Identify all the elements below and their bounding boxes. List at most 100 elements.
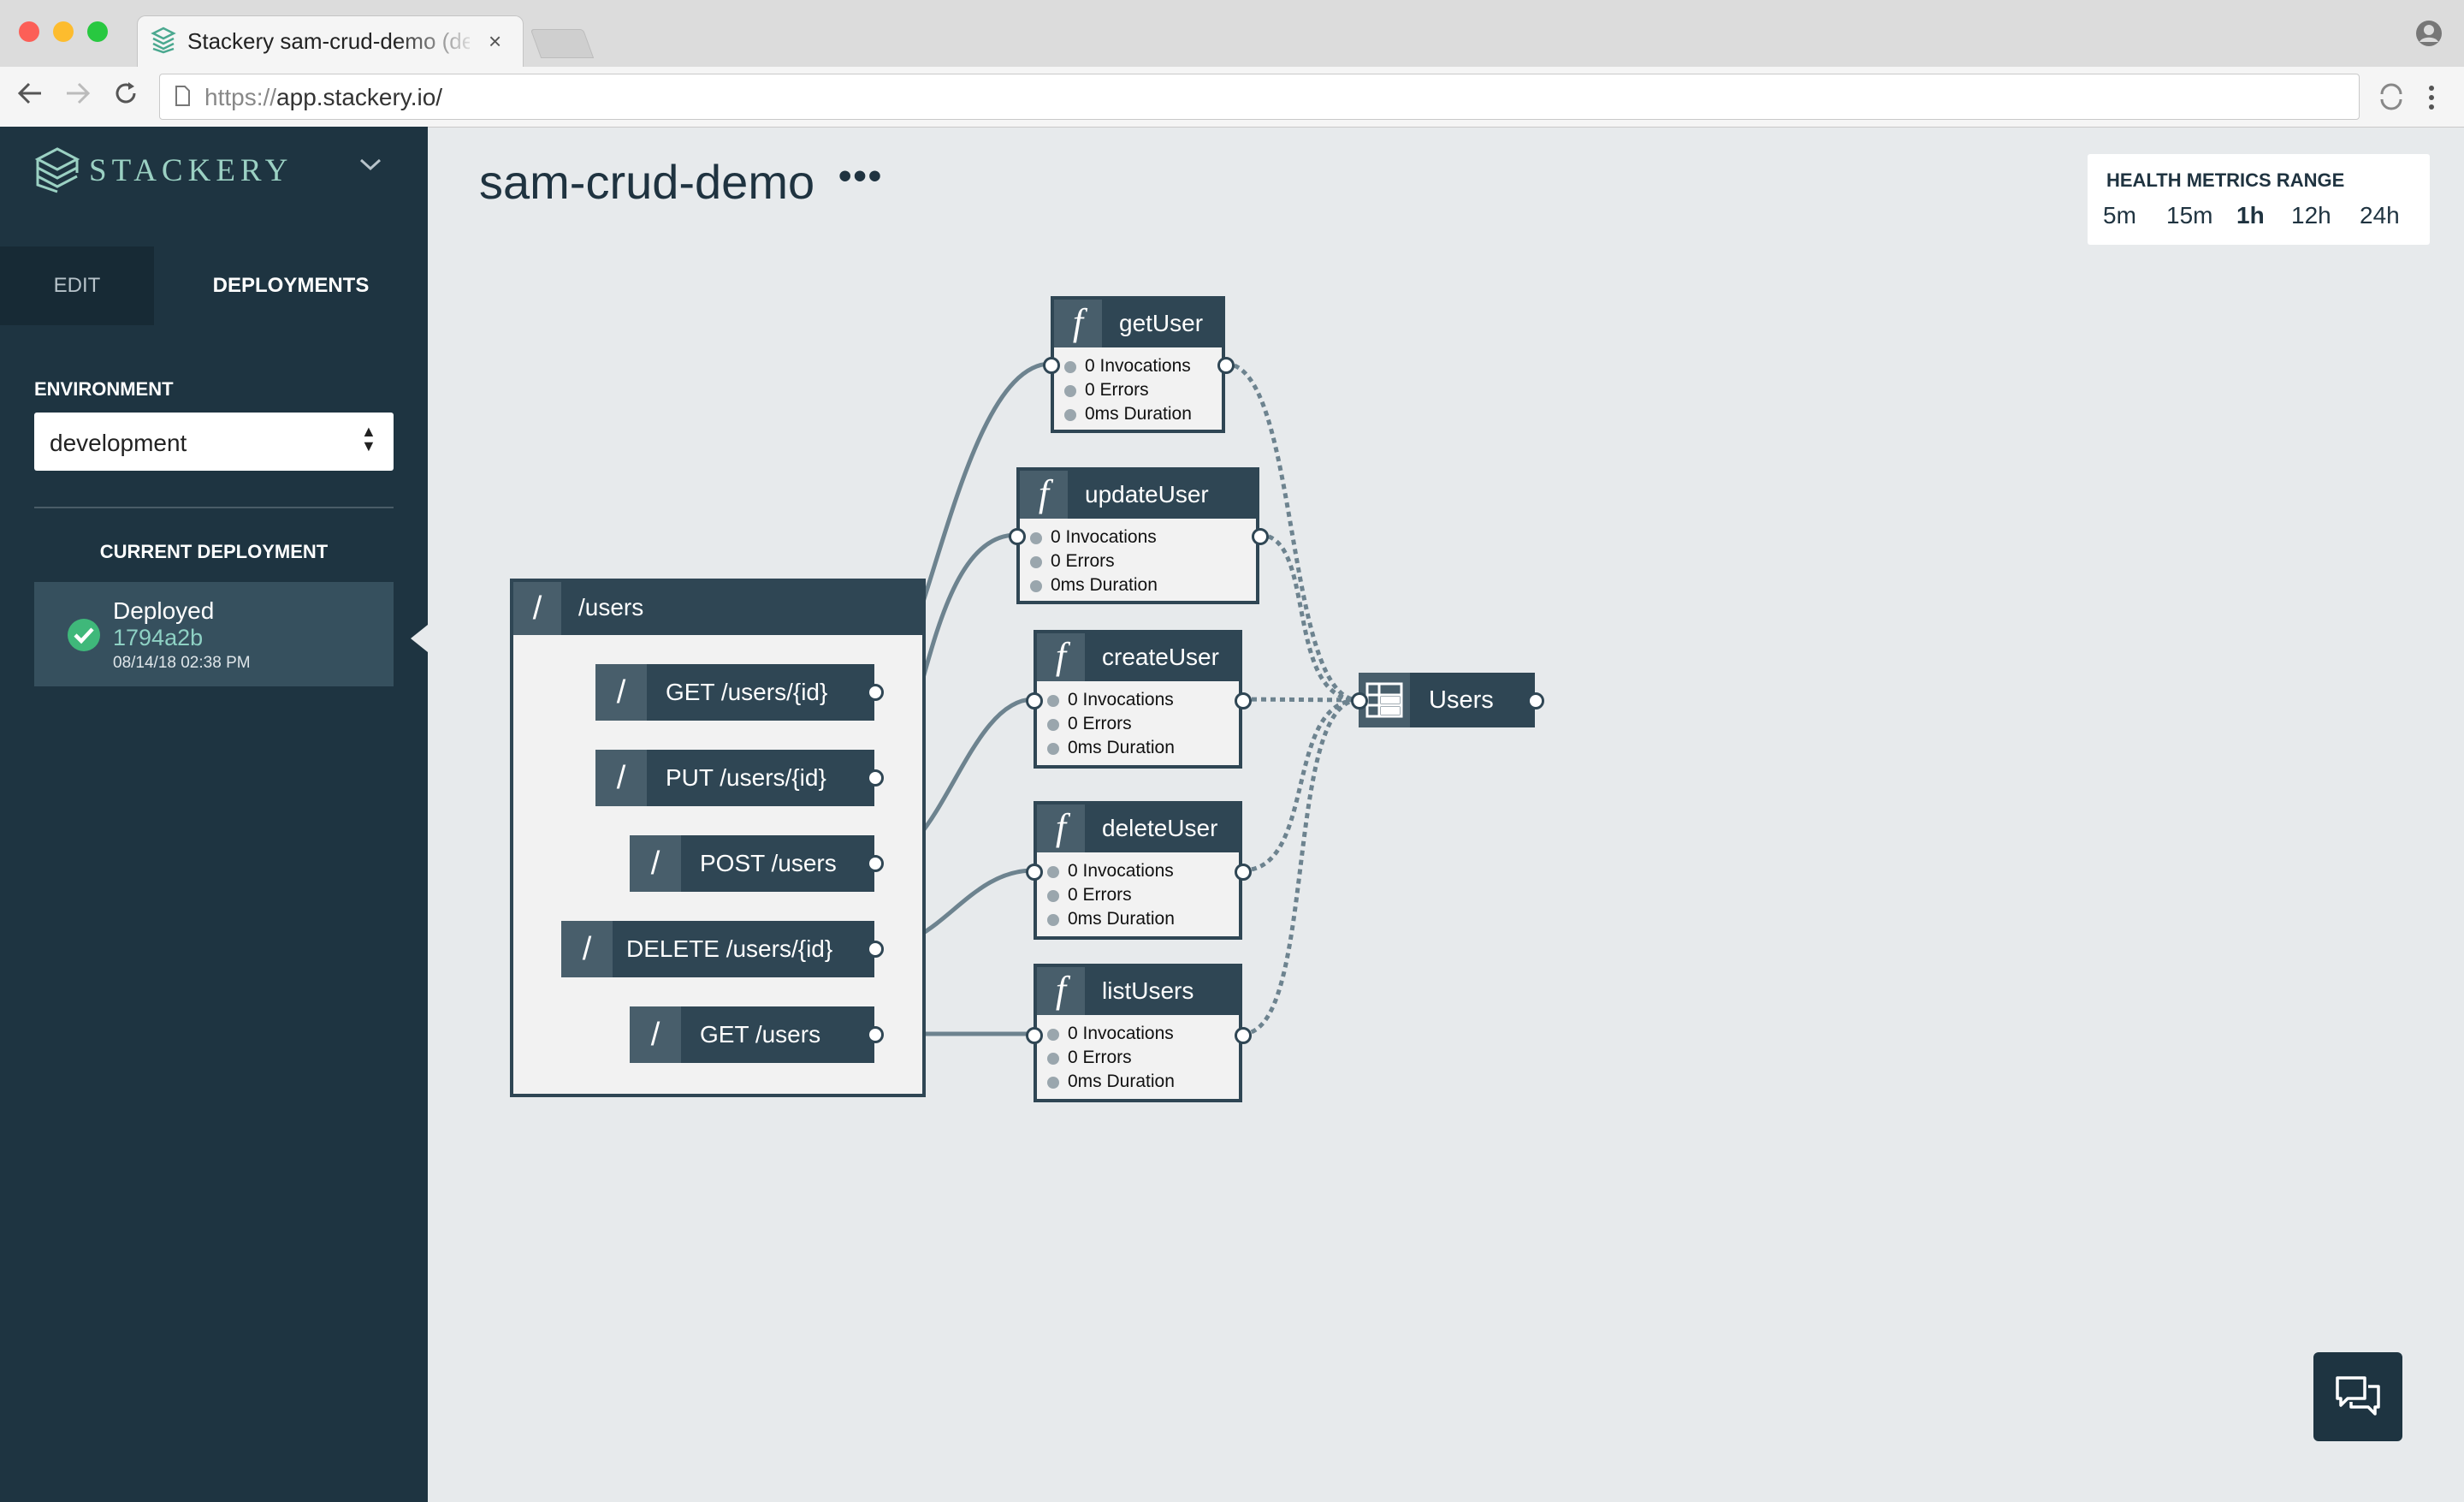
route-get-users-id[interactable]: / GET /users/{id} bbox=[595, 664, 874, 721]
environment-select[interactable]: development ▲ ▼ bbox=[34, 413, 394, 471]
route-put-users-id[interactable]: / PUT /users/{id} bbox=[595, 750, 874, 806]
output-port[interactable] bbox=[867, 769, 884, 787]
chat-button[interactable] bbox=[2313, 1352, 2402, 1441]
status-dot bbox=[1047, 1053, 1059, 1065]
sidebar-tabs: EDIT DEPLOYMENTS bbox=[0, 246, 428, 325]
errors-metric: 0 Errors bbox=[1030, 551, 1115, 572]
status-dot bbox=[1047, 890, 1059, 902]
range-option-24h[interactable]: 24h bbox=[2360, 202, 2400, 229]
current-deployment-label: CURRENT DEPLOYMENT bbox=[99, 541, 329, 562]
input-port[interactable] bbox=[1043, 357, 1060, 374]
api-node-header: / /users bbox=[513, 582, 922, 635]
tab-deployments[interactable]: DEPLOYMENTS bbox=[154, 246, 428, 325]
invocations-metric: 0 Invocations bbox=[1047, 690, 1174, 710]
browser-tab[interactable]: Stackery sam-crud-demo (dev × bbox=[137, 15, 524, 68]
deployment-status: Deployed bbox=[113, 597, 215, 624]
input-port[interactable] bbox=[1351, 692, 1368, 709]
route-label: PUT /users/{id} bbox=[666, 764, 826, 791]
new-tab-button[interactable] bbox=[530, 29, 595, 58]
stackery-logo-icon bbox=[34, 147, 80, 198]
select-arrows-icon: ▲ ▼ bbox=[361, 423, 376, 454]
function-name: deleteUser bbox=[1102, 815, 1218, 841]
function-node-listusers[interactable]: f listUsers 0 Invocations 0 Errors 0ms D… bbox=[1034, 964, 1242, 1102]
range-option-15m[interactable]: 15m bbox=[2166, 202, 2212, 229]
stackery-favicon-icon bbox=[150, 27, 177, 58]
function-header: f getUser bbox=[1054, 300, 1222, 347]
output-port[interactable] bbox=[1235, 692, 1252, 709]
tab-edit[interactable]: EDIT bbox=[0, 246, 154, 325]
function-node-updateuser[interactable]: f updateUser 0 Invocations 0 Errors 0ms … bbox=[1016, 467, 1259, 604]
environment-value: development bbox=[50, 430, 187, 456]
errors-metric: 0 Errors bbox=[1047, 885, 1132, 905]
api-name: /users bbox=[578, 594, 644, 620]
function-node-getuser[interactable]: f getUser 0 Invocations 0 Errors 0ms Dur… bbox=[1051, 296, 1225, 433]
maximize-window-button[interactable] bbox=[87, 21, 108, 42]
extension-icon[interactable] bbox=[2377, 82, 2406, 116]
output-port[interactable] bbox=[1217, 357, 1235, 374]
edge-createuser-to-users bbox=[1241, 697, 1359, 703]
range-option-12h[interactable]: 12h bbox=[2291, 202, 2331, 229]
route-label: GET /users/{id} bbox=[666, 679, 828, 705]
duration-metric: 0ms Duration bbox=[1047, 738, 1175, 758]
more-options-icon[interactable]: ••• bbox=[838, 157, 883, 195]
tab-bar: Stackery sam-crud-demo (dev × bbox=[0, 0, 2464, 68]
output-port[interactable] bbox=[1235, 864, 1252, 881]
health-metrics-range: HEALTH METRICS RANGE 5m 15m 1h 12h 24h bbox=[2088, 154, 2430, 245]
tab-title-fade bbox=[394, 25, 480, 59]
function-header: f deleteUser bbox=[1037, 804, 1239, 852]
function-node-createuser[interactable]: f createUser 0 Invocations 0 Errors 0ms … bbox=[1034, 630, 1242, 769]
close-window-button[interactable] bbox=[19, 21, 39, 42]
browser-menu-icon[interactable] bbox=[2426, 84, 2437, 116]
route-delete-users-id[interactable]: / DELETE /users/{id} bbox=[561, 921, 874, 977]
status-dot bbox=[1064, 361, 1076, 373]
chevron-down-icon[interactable] bbox=[358, 156, 383, 177]
table-node-users[interactable]: Users bbox=[1359, 673, 1535, 727]
range-option-1h[interactable]: 1h bbox=[2236, 202, 2265, 229]
reload-icon[interactable] bbox=[111, 79, 140, 116]
edge-listusers-to-users bbox=[1241, 698, 1359, 1036]
invocations-metric: 0 Invocations bbox=[1030, 527, 1157, 548]
status-dot bbox=[1030, 556, 1042, 568]
input-port[interactable] bbox=[1026, 692, 1043, 709]
function-icon: f bbox=[1037, 804, 1085, 852]
deployment-hash[interactable]: 1794a2b bbox=[113, 625, 203, 651]
route-post-users[interactable]: / POST /users bbox=[630, 835, 874, 892]
output-port[interactable] bbox=[1235, 1027, 1252, 1044]
status-dot bbox=[1030, 532, 1042, 544]
slash-icon: / bbox=[561, 921, 613, 977]
range-option-5m[interactable]: 5m bbox=[2103, 202, 2136, 229]
url-bar[interactable]: https://app.stackery.io/ bbox=[159, 74, 2360, 120]
output-port[interactable] bbox=[1527, 692, 1544, 709]
duration-metric: 0ms Duration bbox=[1064, 404, 1192, 424]
output-port[interactable] bbox=[867, 941, 884, 958]
page-info-icon[interactable] bbox=[174, 85, 191, 111]
function-node-deleteuser[interactable]: f deleteUser 0 Invocations 0 Errors 0ms … bbox=[1034, 801, 1242, 940]
status-dot bbox=[1047, 695, 1059, 707]
environment-label: ENVIRONMENT bbox=[34, 378, 174, 400]
forward-arrow-icon[interactable] bbox=[63, 79, 92, 116]
back-arrow-icon[interactable] bbox=[15, 79, 44, 116]
check-circle-icon bbox=[67, 618, 101, 656]
slash-icon: / bbox=[595, 664, 647, 721]
deployment-date: 08/14/18 02:38 PM bbox=[113, 654, 251, 672]
divider bbox=[34, 507, 394, 508]
browser-chrome: Stackery sam-crud-demo (dev × https://ap… bbox=[0, 0, 2464, 128]
function-icon: f bbox=[1037, 633, 1085, 681]
deployment-card[interactable]: Deployed 1794a2b 08/14/18 02:38 PM bbox=[34, 582, 394, 686]
function-name: getUser bbox=[1119, 310, 1204, 336]
input-port[interactable] bbox=[1026, 864, 1043, 881]
input-port[interactable] bbox=[1009, 528, 1026, 545]
output-port[interactable] bbox=[1252, 528, 1269, 545]
table-name: Users bbox=[1429, 686, 1494, 714]
slash-icon: / bbox=[630, 835, 681, 892]
route-get-users[interactable]: / GET /users bbox=[630, 1006, 874, 1063]
output-port[interactable] bbox=[867, 855, 884, 872]
status-dot bbox=[1047, 914, 1059, 926]
output-port[interactable] bbox=[867, 1026, 884, 1043]
function-icon: f bbox=[1037, 967, 1085, 1015]
output-port[interactable] bbox=[867, 684, 884, 701]
input-port[interactable] bbox=[1026, 1027, 1043, 1044]
profile-icon[interactable] bbox=[2414, 19, 2443, 52]
tab-close-icon[interactable]: × bbox=[489, 28, 501, 55]
minimize-window-button[interactable] bbox=[53, 21, 74, 42]
